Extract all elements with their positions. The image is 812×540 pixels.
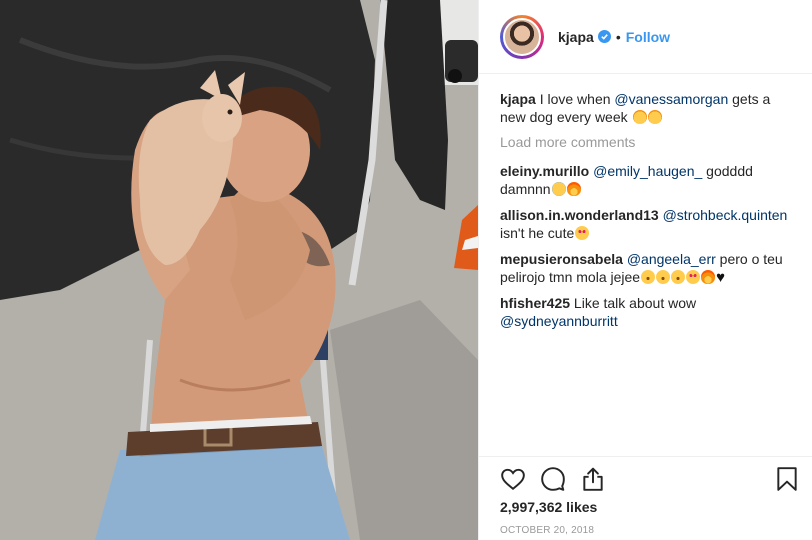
grinning-emoji-icon [641, 270, 656, 284]
load-more-comments-button[interactable]: Load more comments [500, 134, 795, 150]
comment-text: Like talk about wow [570, 295, 697, 311]
photo-illustration [0, 0, 478, 540]
comment-mention[interactable]: @emily_haugen_ [593, 163, 702, 179]
heart-outline-icon[interactable] [500, 466, 526, 492]
post-username[interactable]: kjapa [558, 29, 594, 45]
comment-text: isn't he cute [500, 225, 575, 241]
fire-emoji-icon [701, 270, 716, 284]
comment-item: allison.in.wonderland13 @strohbeck.quint… [500, 206, 795, 242]
instagram-post: kjapa • Follow kjapa I love when @vaness… [0, 0, 812, 540]
heart-eyes-emoji-icon [686, 270, 701, 284]
likes-count[interactable]: 2,997,362 likes [500, 499, 597, 515]
comment-username[interactable]: allison.in.wonderland13 [500, 207, 659, 223]
heart-eyes-cat-emoji-icon [632, 110, 647, 124]
profile-avatar-ring[interactable] [500, 14, 544, 59]
post-photo[interactable] [0, 0, 478, 540]
action-icons-row [500, 466, 800, 492]
caption-mention[interactable]: @vanessamorgan [614, 91, 728, 107]
fire-emoji-icon [566, 182, 581, 196]
comment-item: hfisher425 Like talk about wow @sydneyan… [500, 294, 795, 330]
verified-badge-icon [597, 30, 611, 43]
bookmark-icon[interactable] [774, 466, 800, 492]
comment-username[interactable]: hfisher425 [500, 295, 570, 311]
post-caption: kjapa I love when @vanessamorgan gets a … [500, 90, 795, 126]
comment-item: eleiny.murillo @emily_haugen_ godddd dam… [500, 162, 795, 198]
heart-eyes-emoji-icon [575, 226, 590, 240]
profile-avatar[interactable] [503, 17, 541, 56]
post-date[interactable]: OCTOBER 20, 2018 [500, 525, 594, 536]
grinning-emoji-icon [671, 270, 686, 284]
comment-mention[interactable]: @angeela_err [627, 251, 716, 267]
post-side-panel: kjapa • Follow kjapa I love when @vaness… [478, 0, 812, 540]
comment-bubble-icon[interactable] [540, 466, 566, 492]
heart-eyes-cat-emoji-icon [647, 110, 662, 124]
share-upload-icon[interactable] [580, 466, 606, 492]
crying-emoji-icon [551, 182, 566, 196]
grinning-emoji-icon [656, 270, 671, 284]
follow-button[interactable]: Follow [626, 29, 670, 45]
comments-list: kjapa I love when @vanessamorgan gets a … [500, 90, 795, 338]
comment-username[interactable]: eleiny.murillo [500, 163, 589, 179]
black-heart-emoji-icon [716, 269, 728, 287]
post-actions: 2,997,362 likes OCTOBER 20, 2018 [479, 456, 812, 536]
caption-text-before: I love when [535, 91, 615, 107]
comment-mention[interactable]: @strohbeck.quinten [663, 207, 788, 223]
separator-dot: • [615, 28, 621, 45]
caption-username[interactable]: kjapa [500, 91, 536, 107]
comment-username[interactable]: mepusieronsabela [500, 251, 623, 267]
post-header: kjapa • Follow [479, 0, 812, 74]
comment-item: mepusieronsabela @angeela_err pero o teu… [500, 250, 795, 287]
comment-mention[interactable]: @sydneyannburritt [500, 313, 618, 329]
